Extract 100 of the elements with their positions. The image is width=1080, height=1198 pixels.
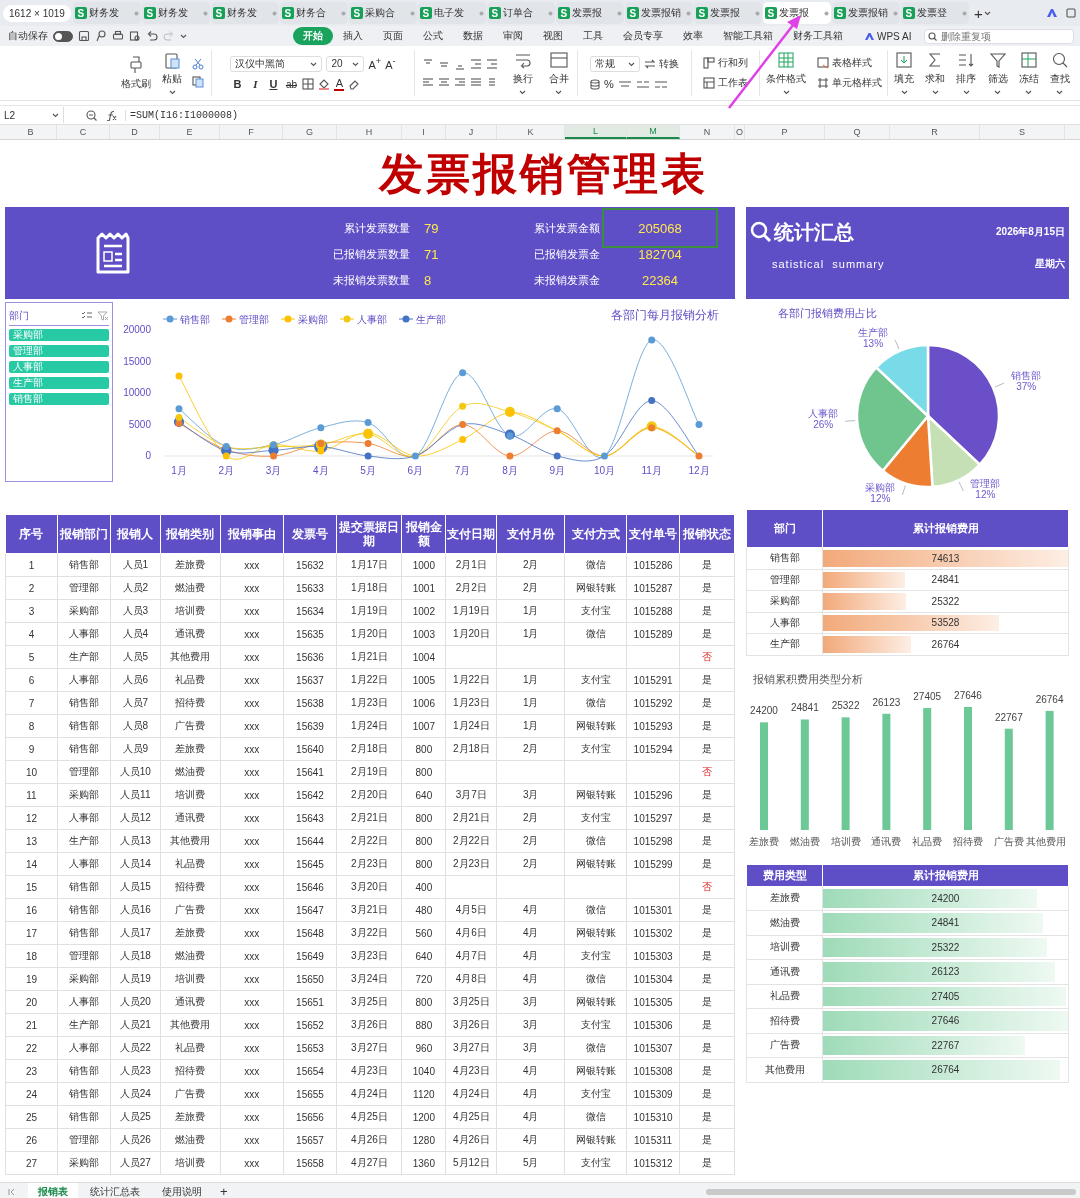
table-cell: 管理部 [57, 944, 111, 968]
table-cell: 是 [679, 668, 735, 692]
table-cell: 1月 [496, 622, 565, 646]
table-cell: 1月 [496, 668, 565, 692]
axis-label: 其他费用 [1025, 835, 1066, 847]
table-cell: 是 [679, 898, 735, 922]
table-cell: 人员8 [110, 714, 161, 738]
table-cell: 培训费 [160, 967, 221, 991]
table-cell: 网银转账 [564, 1059, 627, 1083]
table-cell: 支付宝 [564, 806, 627, 830]
table-cell: 通讯费 [160, 622, 221, 646]
table-cell: 是 [679, 691, 735, 715]
summary-subtitle: satistical summary [771, 258, 886, 270]
table-cell: 1280 [401, 1128, 446, 1152]
table-cell: 3月22日 [337, 921, 402, 945]
table-cell: 是 [679, 599, 735, 623]
summary-title: 统计汇总 [774, 219, 854, 245]
table-cell: 人员25 [110, 1105, 161, 1129]
table-cell: 人员13 [110, 829, 161, 853]
table-cell: 网银转账 [564, 783, 627, 807]
table-cell: 15658 [283, 1151, 337, 1175]
tab-title: 发票报 [709, 6, 741, 20]
table-cell: 1015286 [626, 553, 680, 577]
table-cell: 差旅费 [160, 1105, 221, 1129]
table-cell: 1月 [496, 599, 565, 623]
tab-title: 发票报 [571, 6, 603, 20]
table-cell: 广告费 [160, 898, 221, 922]
table-cell: xxx [220, 553, 284, 577]
table-cell: 4月27日 [337, 1151, 402, 1175]
table-cell: 8 [5, 714, 58, 738]
table-cell: 3月21日 [337, 898, 402, 922]
table-cell: 1015309 [626, 1082, 680, 1106]
legend-item: 管理部 [221, 314, 269, 325]
table-cell: 4月24日 [445, 1082, 497, 1106]
table-cell: 生产部 [746, 633, 823, 655]
cell-value: 26764 [931, 638, 960, 650]
table-cell: 10 [5, 760, 58, 784]
table-cell: 1015311 [626, 1128, 680, 1152]
table-cell: 礼品费 [160, 1036, 221, 1060]
data-label: 27646 [954, 689, 982, 701]
table-cell: 2月22日 [337, 829, 402, 853]
table-cell: 微信 [564, 898, 627, 922]
data-label: 25322 [831, 699, 860, 711]
table-cell: 23 [5, 1059, 58, 1083]
legend-item: 生产部 [398, 314, 446, 325]
table-cell: 15635 [283, 622, 337, 646]
table-cell: 燃油费 [746, 910, 823, 935]
table-cell: 人事部 [57, 1036, 111, 1060]
column-header: 报销类别 [160, 514, 221, 554]
axis-label: 2月 [218, 465, 235, 476]
table-cell: 招待费 [160, 875, 221, 899]
table-cell: 1月17日 [337, 553, 402, 577]
table-cell: 1015296 [626, 783, 680, 807]
table-cell: 人员15 [110, 875, 161, 899]
table-cell: 是 [679, 714, 735, 738]
axis-label: 9月 [549, 465, 565, 476]
table-cell: 支付宝 [564, 1013, 627, 1037]
table-cell: 人员2 [110, 576, 161, 600]
weekday-label: 星期六 [1034, 257, 1065, 271]
spreadsheet-badge: S [212, 7, 225, 19]
table-cell: 2月19日 [337, 760, 402, 784]
table-cell: 1015310 [626, 1105, 680, 1129]
table-cell: 4月25日 [445, 1105, 497, 1129]
table-cell: 15651 [283, 990, 337, 1014]
axis-label: 培训费 [830, 835, 861, 847]
column-header: 支付日期 [445, 514, 497, 554]
table-cell: 4月5日 [445, 898, 497, 922]
table-cell: 销售部 [57, 1082, 111, 1106]
table-cell: 800 [401, 852, 446, 876]
table-cell: 2 [5, 576, 58, 600]
table-cell: 13 [5, 829, 58, 853]
autosave-label: 自动保存 [8, 29, 48, 43]
table-cell: 15636 [283, 645, 337, 669]
table-cell: 燃油费 [160, 760, 221, 784]
table-cell: 2月18日 [445, 737, 497, 761]
chart-title: 各部门每月报销分析 [611, 308, 719, 322]
legend-label: 管理部 [239, 314, 269, 325]
table-cell: 15645 [283, 852, 337, 876]
table-cell: 其他费用 [160, 645, 221, 669]
table-cell: 15639 [283, 714, 337, 738]
kpi-value: 182704 [637, 245, 683, 264]
table-cell: 15654 [283, 1059, 337, 1083]
table-cell: 人员23 [110, 1059, 161, 1083]
table-cell: 销售部 [57, 737, 111, 761]
table-cell: 人员22 [110, 1036, 161, 1060]
table-cell: 24 [5, 1082, 58, 1106]
table-cell: 4月23日 [337, 1059, 402, 1083]
table-cell: 1月 [496, 691, 565, 715]
tab-title: 财务发 [88, 6, 120, 20]
table-cell: 网银转账 [564, 852, 627, 876]
table-cell: 15648 [283, 921, 337, 945]
table-cell: 1月20日 [337, 622, 402, 646]
tab-title: 发票报销 [640, 6, 682, 20]
table-cell: 15646 [283, 875, 337, 899]
table-cell: 1015301 [626, 898, 680, 922]
table-cell: 2月21日 [337, 806, 402, 830]
table-cell: 否 [679, 645, 735, 669]
table-cell: 1015312 [626, 1151, 680, 1175]
table-cell: 3月 [496, 990, 565, 1014]
axis-label: 差旅费 [749, 835, 779, 847]
